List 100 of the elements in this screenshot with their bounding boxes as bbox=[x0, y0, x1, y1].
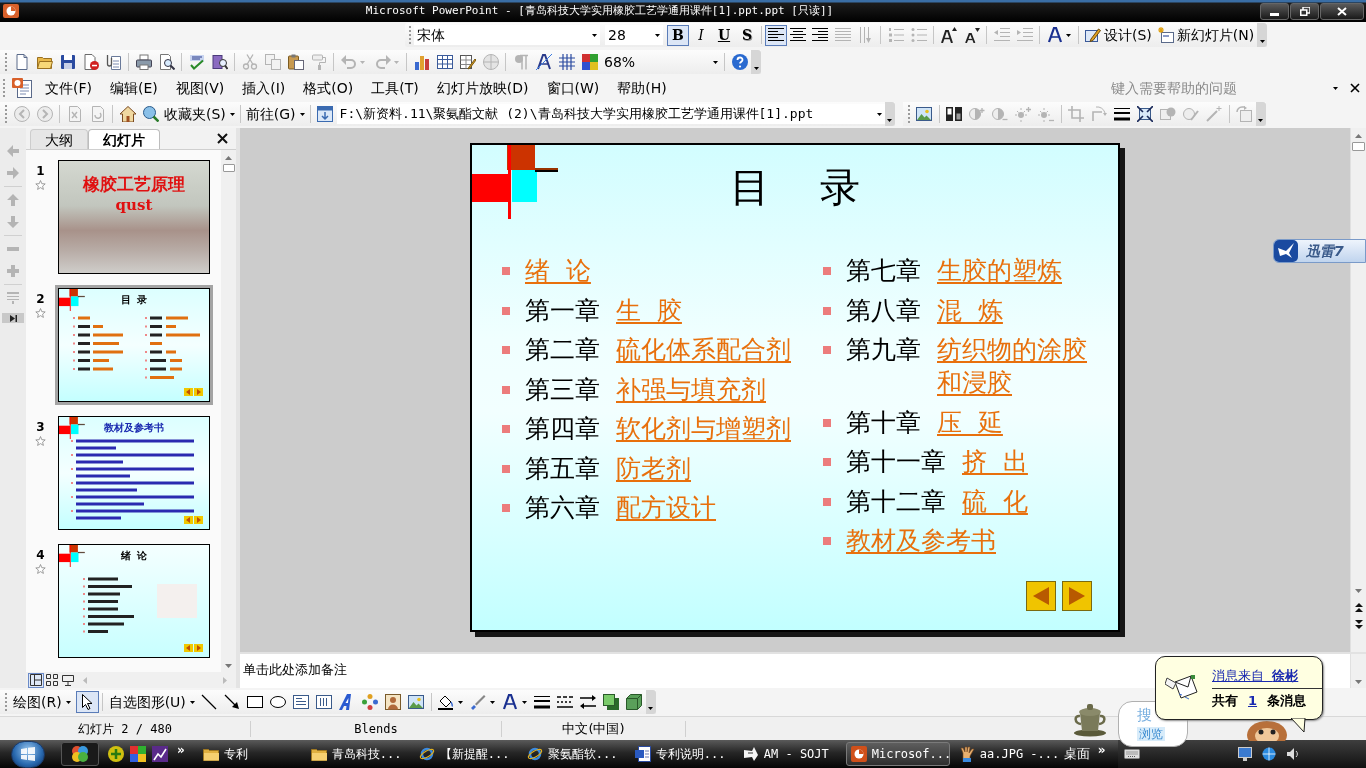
text-box-icon[interactable] bbox=[293, 694, 310, 710]
close-button[interactable] bbox=[1320, 2, 1364, 20]
download-page-icon[interactable] bbox=[317, 106, 334, 122]
toolbar-options-button[interactable] bbox=[884, 102, 895, 126]
document-minus-icon[interactable] bbox=[82, 54, 99, 70]
insert-picture-icon[interactable] bbox=[408, 694, 425, 710]
brush-icon[interactable] bbox=[470, 694, 487, 710]
previous-slide-button[interactable] bbox=[1026, 581, 1056, 611]
desktop-more-button[interactable]: » bbox=[1097, 744, 1106, 756]
font-select[interactable]: 宋体 bbox=[414, 25, 600, 45]
start-button[interactable] bbox=[11, 740, 45, 768]
scrollbar[interactable] bbox=[221, 150, 236, 672]
crossed-letter-icon[interactable] bbox=[535, 54, 552, 70]
grid-icon[interactable] bbox=[558, 54, 575, 70]
vertical-text-box-icon[interactable] bbox=[316, 694, 333, 710]
close-icon[interactable] bbox=[1350, 83, 1360, 93]
open-folder-icon[interactable] bbox=[36, 54, 53, 70]
speaker-icon[interactable] bbox=[1285, 747, 1300, 761]
menu-item[interactable]: 幻灯片放映(D) bbox=[427, 77, 538, 99]
document-icon[interactable] bbox=[12, 78, 32, 98]
taskbar-button[interactable]: 专利 bbox=[197, 742, 302, 766]
pencil-table-icon[interactable] bbox=[459, 54, 476, 70]
dash-style-icon[interactable] bbox=[557, 694, 574, 710]
split-tiles-icon[interactable] bbox=[946, 106, 963, 122]
double-down-arrow-icon[interactable] bbox=[1354, 620, 1363, 630]
fill-bucket-icon[interactable] bbox=[438, 694, 455, 710]
menu-item[interactable]: 格式(O) bbox=[294, 77, 363, 99]
tiles-icon[interactable] bbox=[130, 746, 146, 762]
cube-icon[interactable] bbox=[626, 694, 643, 710]
go-menu[interactable]: 前往(G) bbox=[243, 103, 307, 125]
home-icon[interactable] bbox=[119, 106, 136, 122]
slide-sorter-button[interactable] bbox=[44, 672, 60, 688]
favorites-menu[interactable]: 收藏夹(S) bbox=[162, 103, 237, 125]
autoshapes-menu[interactable]: 自选图形(U) bbox=[105, 691, 198, 713]
monitor-icon[interactable] bbox=[1237, 747, 1252, 761]
book-search-icon[interactable] bbox=[211, 54, 228, 70]
horizontal-scrollbar[interactable] bbox=[80, 674, 230, 686]
design-button[interactable]: 设计(S) bbox=[1082, 24, 1155, 46]
plus-circle-icon[interactable] bbox=[108, 746, 124, 762]
letter-icon[interactable] bbox=[502, 694, 519, 710]
toolbar-options-button[interactable] bbox=[645, 690, 656, 714]
line-style-icon[interactable] bbox=[534, 694, 551, 710]
toolbar-options-button[interactable] bbox=[1257, 23, 1268, 47]
draw-menu[interactable]: 绘图(R) bbox=[10, 691, 74, 713]
new-document-icon[interactable] bbox=[13, 54, 30, 70]
next-slide-button[interactable] bbox=[1062, 581, 1092, 611]
message-count-link[interactable]: 1 bbox=[1248, 692, 1258, 708]
taskbar-button[interactable]: 聚氨酯软... bbox=[521, 742, 626, 766]
menu-item[interactable]: 视图(V) bbox=[166, 77, 234, 99]
shadow-button[interactable]: S bbox=[736, 24, 758, 46]
insert-picture-icon[interactable] bbox=[916, 106, 933, 122]
line-icon[interactable] bbox=[201, 694, 218, 710]
panel-tab[interactable]: 大纲 bbox=[30, 129, 88, 149]
shadow-square-icon[interactable] bbox=[603, 694, 620, 710]
panel-tab[interactable]: 幻灯片 bbox=[88, 129, 160, 149]
zoom-select[interactable]: 68% bbox=[601, 52, 721, 72]
select-tool-button[interactable] bbox=[75, 691, 99, 713]
notification-popup[interactable]: 消息来自 徐彬 共有 1 条消息 bbox=[1155, 656, 1323, 720]
slide-thumbnail[interactable]: 绪 论 bbox=[55, 541, 213, 661]
save-icon[interactable] bbox=[59, 54, 76, 70]
compress-arrows-icon[interactable] bbox=[1137, 106, 1154, 122]
arrow-icon[interactable] bbox=[224, 694, 241, 710]
help-icon[interactable] bbox=[731, 54, 748, 70]
print-preview-icon[interactable] bbox=[158, 54, 175, 70]
normal-view-button[interactable] bbox=[28, 672, 44, 688]
letter-down-arrow-icon[interactable] bbox=[963, 27, 980, 43]
address-field[interactable]: F:\新资料.11\聚氨酯文献 (2)\青岛科技大学实用橡胶工艺学通用课件[1].ppt bbox=[336, 104, 885, 124]
menu-item[interactable]: 插入(I) bbox=[233, 77, 295, 99]
paste-icon[interactable] bbox=[287, 54, 304, 70]
toolbar-grip[interactable] bbox=[907, 105, 910, 123]
quick-launch-more-button[interactable]: » bbox=[177, 744, 185, 756]
toolbar-options-button[interactable] bbox=[1255, 102, 1266, 126]
circles-icon[interactable] bbox=[71, 745, 89, 763]
italic-button[interactable]: I bbox=[690, 24, 712, 46]
letter-up-arrow-icon[interactable] bbox=[940, 27, 957, 43]
expand-panel-button[interactable] bbox=[2, 313, 24, 323]
taskbar-button[interactable]: 【新提醒... bbox=[413, 742, 518, 766]
scroll-thumb[interactable] bbox=[222, 164, 235, 172]
rectangle-icon[interactable] bbox=[247, 694, 264, 710]
keyboard-icon[interactable] bbox=[1123, 746, 1140, 762]
message-source-link[interactable]: 消息来自 徐彬 bbox=[1212, 666, 1322, 685]
download-widget[interactable]: 迅雷7 bbox=[1273, 239, 1366, 263]
scrollbar[interactable] bbox=[1350, 128, 1366, 652]
color-squares-icon[interactable] bbox=[581, 54, 598, 70]
align-left-button[interactable] bbox=[765, 24, 787, 46]
menu-item[interactable]: 工具(T) bbox=[362, 77, 428, 99]
scroll-thumb[interactable] bbox=[1352, 142, 1365, 151]
menu-item[interactable]: 窗口(W) bbox=[537, 77, 609, 99]
restore-button[interactable] bbox=[1290, 2, 1319, 20]
taskbar-button[interactable]: aa.JPG -... bbox=[953, 742, 1058, 766]
underline-button[interactable]: U bbox=[713, 24, 735, 46]
arrow-style-icon[interactable] bbox=[580, 694, 597, 710]
taskbar-button[interactable]: 专利说明... bbox=[629, 742, 734, 766]
menu-item[interactable]: 编辑(E) bbox=[101, 77, 167, 99]
minimize-button[interactable] bbox=[1260, 2, 1289, 20]
menu-item[interactable]: 帮助(H) bbox=[608, 77, 676, 99]
help-search-field[interactable]: 键入需要帮助的问题 bbox=[1111, 78, 1333, 98]
letter-icon[interactable] bbox=[1046, 27, 1063, 43]
spell-check-icon[interactable] bbox=[188, 54, 205, 70]
desktop-toolbar-button[interactable]: 桌面 bbox=[1063, 744, 1090, 764]
